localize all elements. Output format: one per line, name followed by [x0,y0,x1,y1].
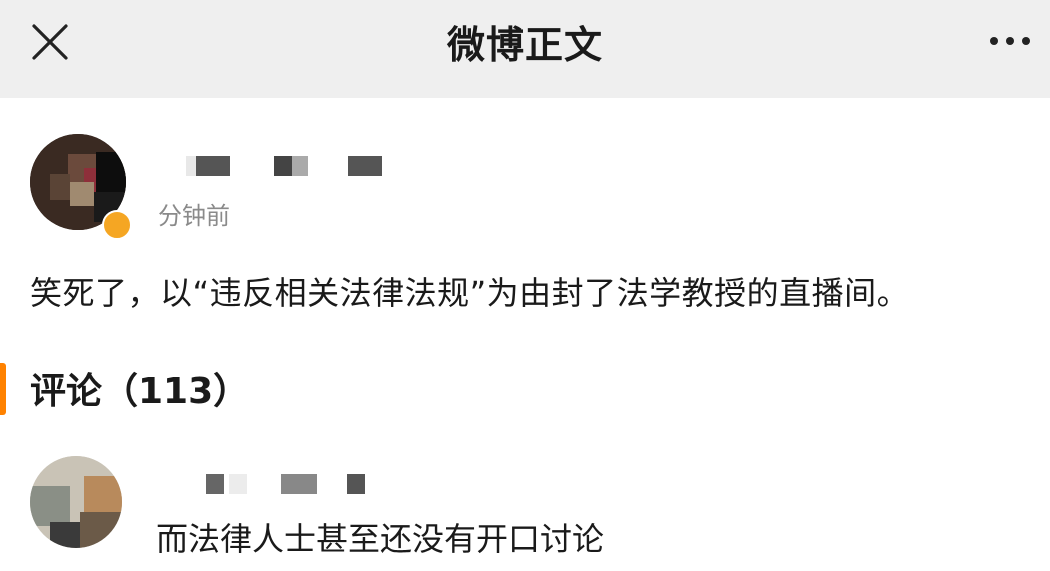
post-text: 笑死了，以“违反相关法律法规”为由封了法学教授的直播间。 [30,274,910,312]
more-options-button[interactable] [980,26,1040,56]
comments-accent-bar [0,363,6,415]
commenter-name-redacted[interactable] [206,474,366,496]
more-horizontal-icon [990,37,998,45]
commenter-avatar[interactable] [30,456,122,548]
vip-badge-icon [102,210,132,240]
comments-header[interactable]: 评论（113） [30,362,249,414]
top-navigation-bar: 微博正文 [0,0,1050,98]
comment-text: 而法律人士甚至还没有开口讨论 [156,520,605,558]
author-name-redacted[interactable] [186,156,382,178]
page-title: 微博正文 [446,23,603,67]
post-time: 分钟前 [158,202,230,230]
